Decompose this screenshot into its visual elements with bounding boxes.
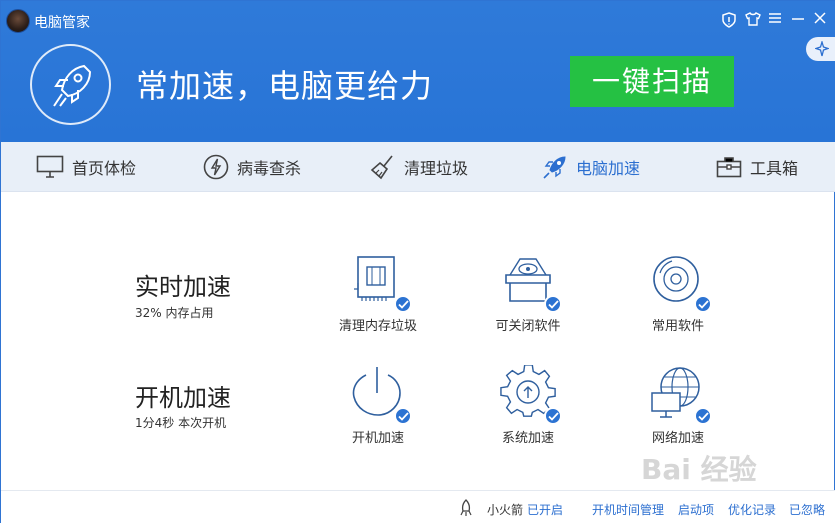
boot-title: 开机加速 — [135, 384, 231, 412]
realtime-title: 实时加速 — [135, 273, 231, 301]
rocket-label: 小火箭 — [487, 503, 524, 517]
rocket-status-link[interactable]: 已开启 — [527, 501, 563, 518]
feature-label: 常用软件 — [651, 319, 704, 334]
minimize-icon[interactable] — [791, 12, 807, 28]
tab-label: 电脑加速 — [576, 159, 641, 178]
feature-network-speedup[interactable]: 网络加速 — [623, 365, 733, 446]
slogan: 常加速，电脑更给力 — [136, 67, 434, 105]
check-icon — [544, 407, 562, 425]
app-window: 电脑管家 常加速，电脑更给力 一键扫描 首页体检 病毒查杀 清理垃圾 电脑加速 … — [0, 0, 835, 523]
feature-system-speedup[interactable]: 系统加速 — [473, 364, 583, 446]
tab-speedup[interactable]: 电脑加速 — [542, 142, 640, 192]
startup-items-link[interactable]: 启动项 — [678, 501, 714, 518]
tab-virus-scan[interactable]: 病毒查杀 — [203, 142, 301, 192]
app-title: 电脑管家 — [34, 15, 90, 31]
title-bar: 电脑管家 — [1, 1, 835, 41]
check-icon — [694, 407, 712, 425]
header-banner: 电脑管家 常加速，电脑更给力 一键扫描 — [1, 1, 835, 142]
check-icon — [544, 295, 562, 313]
feature-clean-memory[interactable]: 清理内存垃圾 — [323, 253, 433, 334]
broom-icon — [370, 155, 393, 180]
check-icon — [394, 407, 412, 425]
feature-boot-speedup[interactable]: 开机加速 — [323, 365, 433, 446]
small-rocket-icon — [460, 499, 472, 516]
lightning-icon — [203, 154, 229, 180]
menu-icon[interactable] — [768, 12, 784, 28]
boot-subtitle: 1分4秒 本次开机 — [135, 416, 227, 430]
feature-label: 开机加速 — [351, 431, 404, 446]
shield-icon[interactable] — [722, 12, 738, 28]
feature-label: 网络加速 — [651, 431, 704, 446]
feature-label: 清理内存垃圾 — [338, 319, 417, 334]
feature-common-software[interactable]: 常用软件 — [623, 253, 733, 334]
monitor-icon — [36, 155, 64, 178]
footer-bar: 小火箭 已开启 开机时间管理 启动项 优化记录 已忽略 — [1, 490, 835, 523]
skin-shirt-icon[interactable] — [745, 12, 761, 28]
check-icon — [694, 295, 712, 313]
sparkle-icon[interactable] — [806, 37, 835, 61]
tab-label: 工具箱 — [750, 159, 799, 178]
feature-label: 可关闭软件 — [495, 319, 561, 334]
window-controls — [722, 12, 830, 28]
tab-label: 首页体检 — [72, 159, 137, 178]
ignored-link[interactable]: 已忽略 — [789, 501, 825, 518]
rocket-icon — [543, 156, 566, 179]
one-click-scan-button[interactable]: 一键扫描 — [570, 56, 734, 107]
toolbox-icon — [716, 157, 742, 178]
feature-closable-software[interactable]: 可关闭软件 — [473, 253, 583, 334]
tab-toolbox[interactable]: 工具箱 — [716, 142, 798, 192]
optimize-history-link[interactable]: 优化记录 — [728, 501, 776, 518]
tab-label: 清理垃圾 — [404, 159, 469, 178]
avatar[interactable] — [6, 9, 30, 33]
main-nav: 首页体检 病毒查杀 清理垃圾 电脑加速 工具箱 — [1, 142, 835, 192]
realtime-subtitle: 32% 内存占用 — [135, 306, 214, 320]
rocket-logo-icon — [30, 44, 111, 125]
check-icon — [394, 295, 412, 313]
boot-time-manage-link[interactable]: 开机时间管理 — [592, 501, 664, 518]
tab-label: 病毒查杀 — [237, 159, 302, 178]
tab-home-checkup[interactable]: 首页体检 — [36, 142, 136, 192]
baidu-watermark: Bai 经验 — [641, 453, 757, 486]
close-icon[interactable] — [814, 12, 830, 28]
tab-clean-junk[interactable]: 清理垃圾 — [370, 142, 468, 192]
feature-label: 系统加速 — [501, 431, 554, 446]
